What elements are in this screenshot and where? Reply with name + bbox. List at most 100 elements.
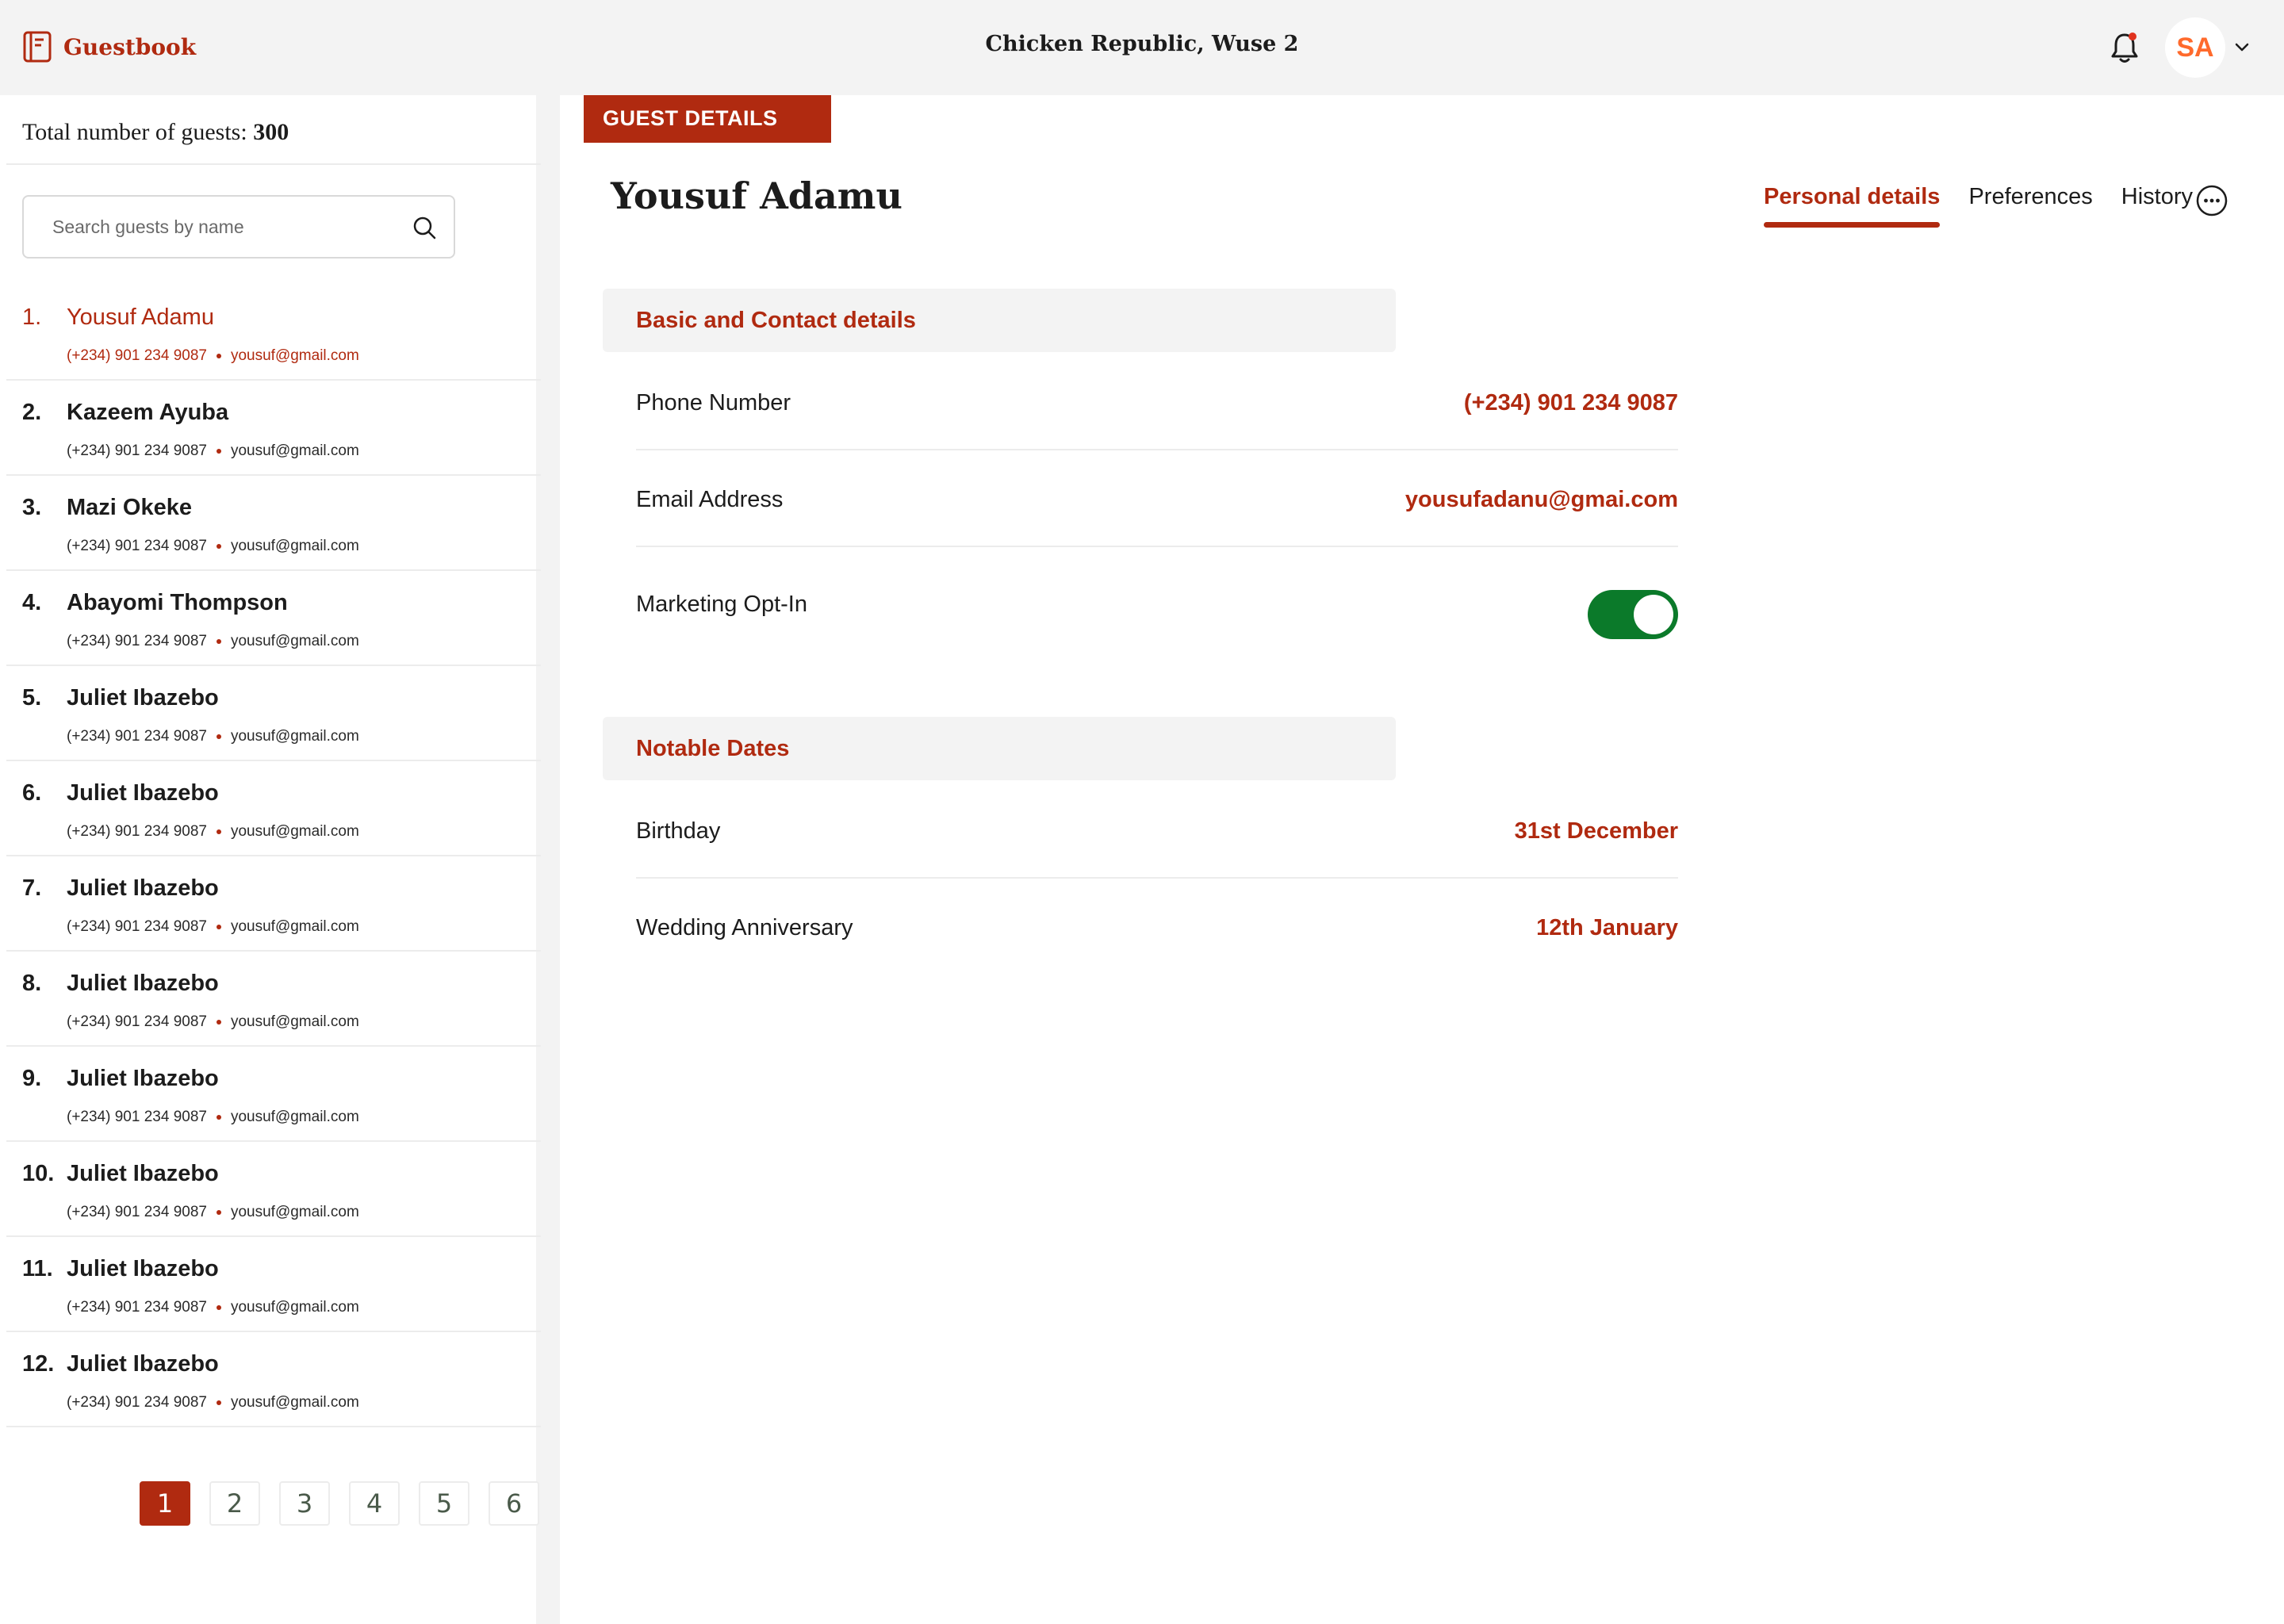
guest-phone: (+234) 901 234 9087 <box>67 728 207 745</box>
tab-personal-details[interactable]: Personal details <box>1764 184 1941 228</box>
guest-name: Abayomi Thompson <box>67 590 288 615</box>
email-value[interactable]: yousufadanu@gmai.com <box>1405 487 1678 513</box>
guest-number: 3. <box>22 495 42 520</box>
guest-email: yousuf@gmail.com <box>230 918 359 935</box>
phone-row: Phone Number (+234) 901 234 9087 <box>636 354 1678 450</box>
separator-dot <box>216 544 221 549</box>
guest-list-item[interactable]: 5. Juliet Ibazebo (+234) 901 234 9087 yo… <box>6 666 541 761</box>
guest-list-item[interactable]: 2. Kazeem Ayuba (+234) 901 234 9087 yous… <box>6 381 541 476</box>
tab-preferences[interactable]: Preferences <box>1968 184 2092 210</box>
search-input[interactable] <box>52 197 401 257</box>
avatar[interactable]: SA <box>2165 17 2225 78</box>
page-button-2[interactable]: 2 <box>209 1481 260 1526</box>
guest-phone: (+234) 901 234 9087 <box>67 1299 207 1316</box>
guest-name: Juliet Ibazebo <box>67 971 219 996</box>
birthday-row: Birthday 31st December <box>636 782 1678 879</box>
tab-history[interactable]: History <box>2121 184 2193 210</box>
guest-name: Juliet Ibazebo <box>67 780 219 806</box>
guest-number: 6. <box>22 780 42 806</box>
guest-phone: (+234) 901 234 9087 <box>67 1394 207 1411</box>
guest-contact: (+234) 901 234 9087 yousuf@gmail.com <box>67 347 359 365</box>
location-title: Chicken Republic, Wuse 2 <box>985 32 1299 56</box>
guest-phone: (+234) 901 234 9087 <box>67 347 207 364</box>
guest-list-item[interactable]: 11. Juliet Ibazebo (+234) 901 234 9087 y… <box>6 1237 541 1332</box>
total-guests-label: Total number of guests: <box>22 119 247 145</box>
guest-email: yousuf@gmail.com <box>230 347 359 364</box>
guest-number: 1. <box>22 304 42 330</box>
marketing-label: Marketing Opt-In <box>636 592 807 617</box>
total-guests: Total number of guests: 300 <box>22 119 289 146</box>
guest-contact: (+234) 901 234 9087 yousuf@gmail.com <box>67 1299 359 1316</box>
toggle-knob <box>1634 595 1673 634</box>
guest-name: Mazi Okeke <box>67 495 192 520</box>
guest-email: yousuf@gmail.com <box>230 728 359 745</box>
guest-phone: (+234) 901 234 9087 <box>67 538 207 554</box>
guest-email: yousuf@gmail.com <box>230 1394 359 1411</box>
email-label: Email Address <box>636 487 784 512</box>
guest-email: yousuf@gmail.com <box>230 823 359 840</box>
page-button-4[interactable]: 4 <box>349 1481 400 1526</box>
guest-list-item[interactable]: 1. Yousuf Adamu (+234) 901 234 9087 yous… <box>6 285 541 381</box>
search-icon[interactable] <box>411 214 438 241</box>
guest-list-item[interactable]: 8. Juliet Ibazebo (+234) 901 234 9087 yo… <box>6 952 541 1047</box>
guest-email: yousuf@gmail.com <box>230 538 359 554</box>
guest-name: Juliet Ibazebo <box>67 1256 219 1281</box>
guest-contact: (+234) 901 234 9087 yousuf@gmail.com <box>67 538 359 555</box>
guest-list-item[interactable]: 10. Juliet Ibazebo (+234) 901 234 9087 y… <box>6 1142 541 1237</box>
guest-contact: (+234) 901 234 9087 yousuf@gmail.com <box>67 1204 359 1221</box>
guest-number: 9. <box>22 1066 42 1091</box>
search-box <box>22 195 455 259</box>
birthday-label: Birthday <box>636 818 721 844</box>
guest-email: yousuf@gmail.com <box>230 442 359 459</box>
guest-email: yousuf@gmail.com <box>230 1109 359 1125</box>
guest-contact: (+234) 901 234 9087 yousuf@gmail.com <box>67 442 359 460</box>
separator-dot <box>216 354 221 358</box>
guest-contact: (+234) 901 234 9087 yousuf@gmail.com <box>67 1013 359 1031</box>
page-button-1[interactable]: 1 <box>140 1481 190 1526</box>
marketing-row: Marketing Opt-In <box>636 555 1678 652</box>
detail-tabs: Personal details Preferences History <box>1764 184 2221 228</box>
marketing-toggle[interactable] <box>1588 590 1678 639</box>
guest-name: Juliet Ibazebo <box>67 685 219 710</box>
guest-name: Juliet Ibazebo <box>67 875 219 901</box>
top-bar: Guestbook Chicken Republic, Wuse 2 SA <box>0 0 2284 95</box>
separator-dot <box>216 1400 221 1405</box>
guest-title: Yousuf Adamu <box>611 174 902 217</box>
guest-email: yousuf@gmail.com <box>230 1204 359 1220</box>
guest-contact: (+234) 901 234 9087 yousuf@gmail.com <box>67 823 359 841</box>
separator-dot <box>216 1305 221 1310</box>
separator-dot <box>216 449 221 454</box>
anniversary-label: Wedding Anniversary <box>636 915 853 940</box>
guest-email: yousuf@gmail.com <box>230 1299 359 1316</box>
guest-name: Kazeem Ayuba <box>67 400 229 425</box>
guest-contact: (+234) 901 234 9087 yousuf@gmail.com <box>67 1109 359 1126</box>
guest-details-panel: GUEST DETAILS Yousuf Adamu Personal deta… <box>584 95 2284 1624</box>
guest-list-item[interactable]: 6. Juliet Ibazebo (+234) 901 234 9087 yo… <box>6 761 541 856</box>
guest-list-item[interactable]: 12. Juliet Ibazebo (+234) 901 234 9087 y… <box>6 1332 541 1427</box>
divider <box>6 163 541 165</box>
separator-dot <box>216 925 221 929</box>
phone-value[interactable]: (+234) 901 234 9087 <box>1464 390 1678 416</box>
bell-icon[interactable] <box>2110 30 2140 65</box>
total-guests-count: 300 <box>253 119 289 145</box>
guest-phone: (+234) 901 234 9087 <box>67 823 207 840</box>
guest-phone: (+234) 901 234 9087 <box>67 918 207 935</box>
separator-dot <box>216 829 221 834</box>
guest-list-item[interactable]: 3. Mazi Okeke (+234) 901 234 9087 yousuf… <box>6 476 541 571</box>
guest-number: 7. <box>22 875 42 901</box>
guest-phone: (+234) 901 234 9087 <box>67 442 207 459</box>
guest-name: Juliet Ibazebo <box>67 1161 219 1186</box>
guest-contact: (+234) 901 234 9087 yousuf@gmail.com <box>67 918 359 936</box>
page-button-5[interactable]: 5 <box>419 1481 469 1526</box>
guest-contact: (+234) 901 234 9087 yousuf@gmail.com <box>67 633 359 650</box>
guest-list-item[interactable]: 4. Abayomi Thompson (+234) 901 234 9087 … <box>6 571 541 666</box>
section-contact-header: Basic and Contact details <box>603 289 1396 352</box>
page-button-3[interactable]: 3 <box>279 1481 330 1526</box>
chevron-down-icon[interactable] <box>2233 40 2251 56</box>
more-horizontal-icon[interactable] <box>2195 184 2228 217</box>
guest-list-item[interactable]: 9. Juliet Ibazebo (+234) 901 234 9087 yo… <box>6 1047 541 1142</box>
guest-list-item[interactable]: 7. Juliet Ibazebo (+234) 901 234 9087 yo… <box>6 856 541 952</box>
page-button-6[interactable]: 6 <box>489 1481 539 1526</box>
guest-number: 12. <box>22 1351 55 1377</box>
guest-number: 4. <box>22 590 42 615</box>
